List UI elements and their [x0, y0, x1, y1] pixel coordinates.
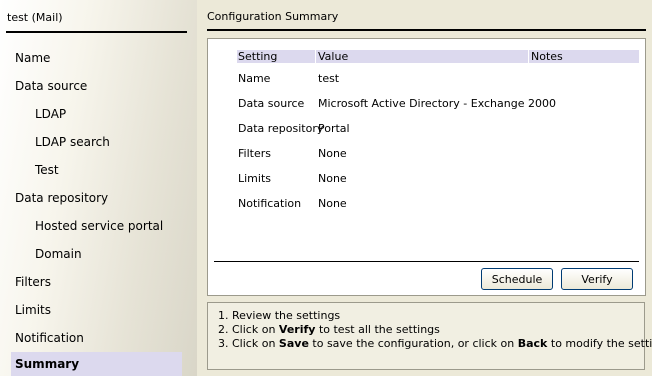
- column-header-value: Value: [318, 50, 349, 63]
- instruction-text: Click on: [232, 323, 276, 336]
- wizard-sidebar: test (Mail) Name Data source LDAP LDAP s…: [0, 0, 197, 376]
- value-filters: None: [318, 147, 347, 160]
- table-header-row: [237, 50, 639, 63]
- instruction-number: 3.: [218, 337, 229, 350]
- instruction-text: to save the configuration, or click on: [312, 337, 515, 350]
- instruction-keyword-back: Back: [517, 337, 548, 350]
- nav-item-name[interactable]: Name: [0, 46, 182, 70]
- page-title: Configuration Summary: [207, 10, 339, 23]
- setting-name: Name: [238, 72, 271, 85]
- nav-item-filters[interactable]: Filters: [0, 270, 182, 294]
- column-header-setting: Setting: [238, 50, 278, 63]
- value-data-repository: Portal: [318, 122, 350, 135]
- column-separator: [315, 50, 316, 63]
- column-header-notes: Notes: [531, 50, 563, 63]
- panel-divider: [214, 261, 639, 262]
- instruction-number: 1.: [218, 309, 229, 322]
- sidebar-divider: [6, 31, 187, 33]
- nav-item-summary[interactable]: Summary: [11, 352, 182, 376]
- instructions-panel: 1. Review the settings 2. Click on Verif…: [207, 302, 652, 370]
- nav-item-ldap[interactable]: LDAP: [0, 102, 182, 126]
- instruction-number: 2.: [218, 323, 229, 336]
- nav-item-data-source[interactable]: Data source: [0, 74, 182, 98]
- nav-item-data-repository[interactable]: Data repository: [0, 186, 182, 210]
- setting-filters: Filters: [238, 147, 271, 160]
- nav-item-limits[interactable]: Limits: [0, 298, 182, 322]
- instruction-text: to modify the settings: [550, 337, 652, 350]
- instruction-text: Review the settings: [232, 309, 341, 322]
- verify-button[interactable]: Verify: [561, 268, 633, 290]
- schedule-button[interactable]: Schedule: [481, 268, 553, 290]
- setting-notification: Notification: [238, 197, 302, 210]
- summary-panel: [207, 38, 646, 296]
- title-divider: [207, 29, 646, 31]
- instruction-keyword-save: Save: [278, 337, 309, 350]
- instruction-text: Click on: [232, 337, 276, 350]
- column-separator: [528, 50, 529, 63]
- setting-limits: Limits: [238, 172, 271, 185]
- setting-data-repository: Data repository: [238, 122, 324, 135]
- sidebar-title: test (Mail): [7, 11, 63, 24]
- instruction-item: 3. Click on Save to save the configurati…: [218, 337, 652, 351]
- value-notification: None: [318, 197, 347, 210]
- nav-item-notification[interactable]: Notification: [0, 326, 182, 350]
- value-data-source: Microsoft Active Directory - Exchange 20…: [318, 97, 556, 110]
- instructions-list: 1. Review the settings 2. Click on Verif…: [208, 303, 652, 351]
- nav-item-domain[interactable]: Domain: [0, 242, 182, 266]
- value-name: test: [318, 72, 340, 85]
- setting-data-source: Data source: [238, 97, 305, 110]
- instruction-text: to test all the settings: [318, 323, 440, 336]
- nav-item-ldap-search[interactable]: LDAP search: [0, 130, 182, 154]
- nav-item-test[interactable]: Test: [0, 158, 182, 182]
- instruction-item: 1. Review the settings: [218, 309, 644, 323]
- value-limits: None: [318, 172, 347, 185]
- instruction-item: 2. Click on Verify to test all the setti…: [218, 323, 644, 337]
- nav-item-hosted-service-portal[interactable]: Hosted service portal: [0, 214, 182, 238]
- instruction-keyword-verify: Verify: [278, 323, 316, 336]
